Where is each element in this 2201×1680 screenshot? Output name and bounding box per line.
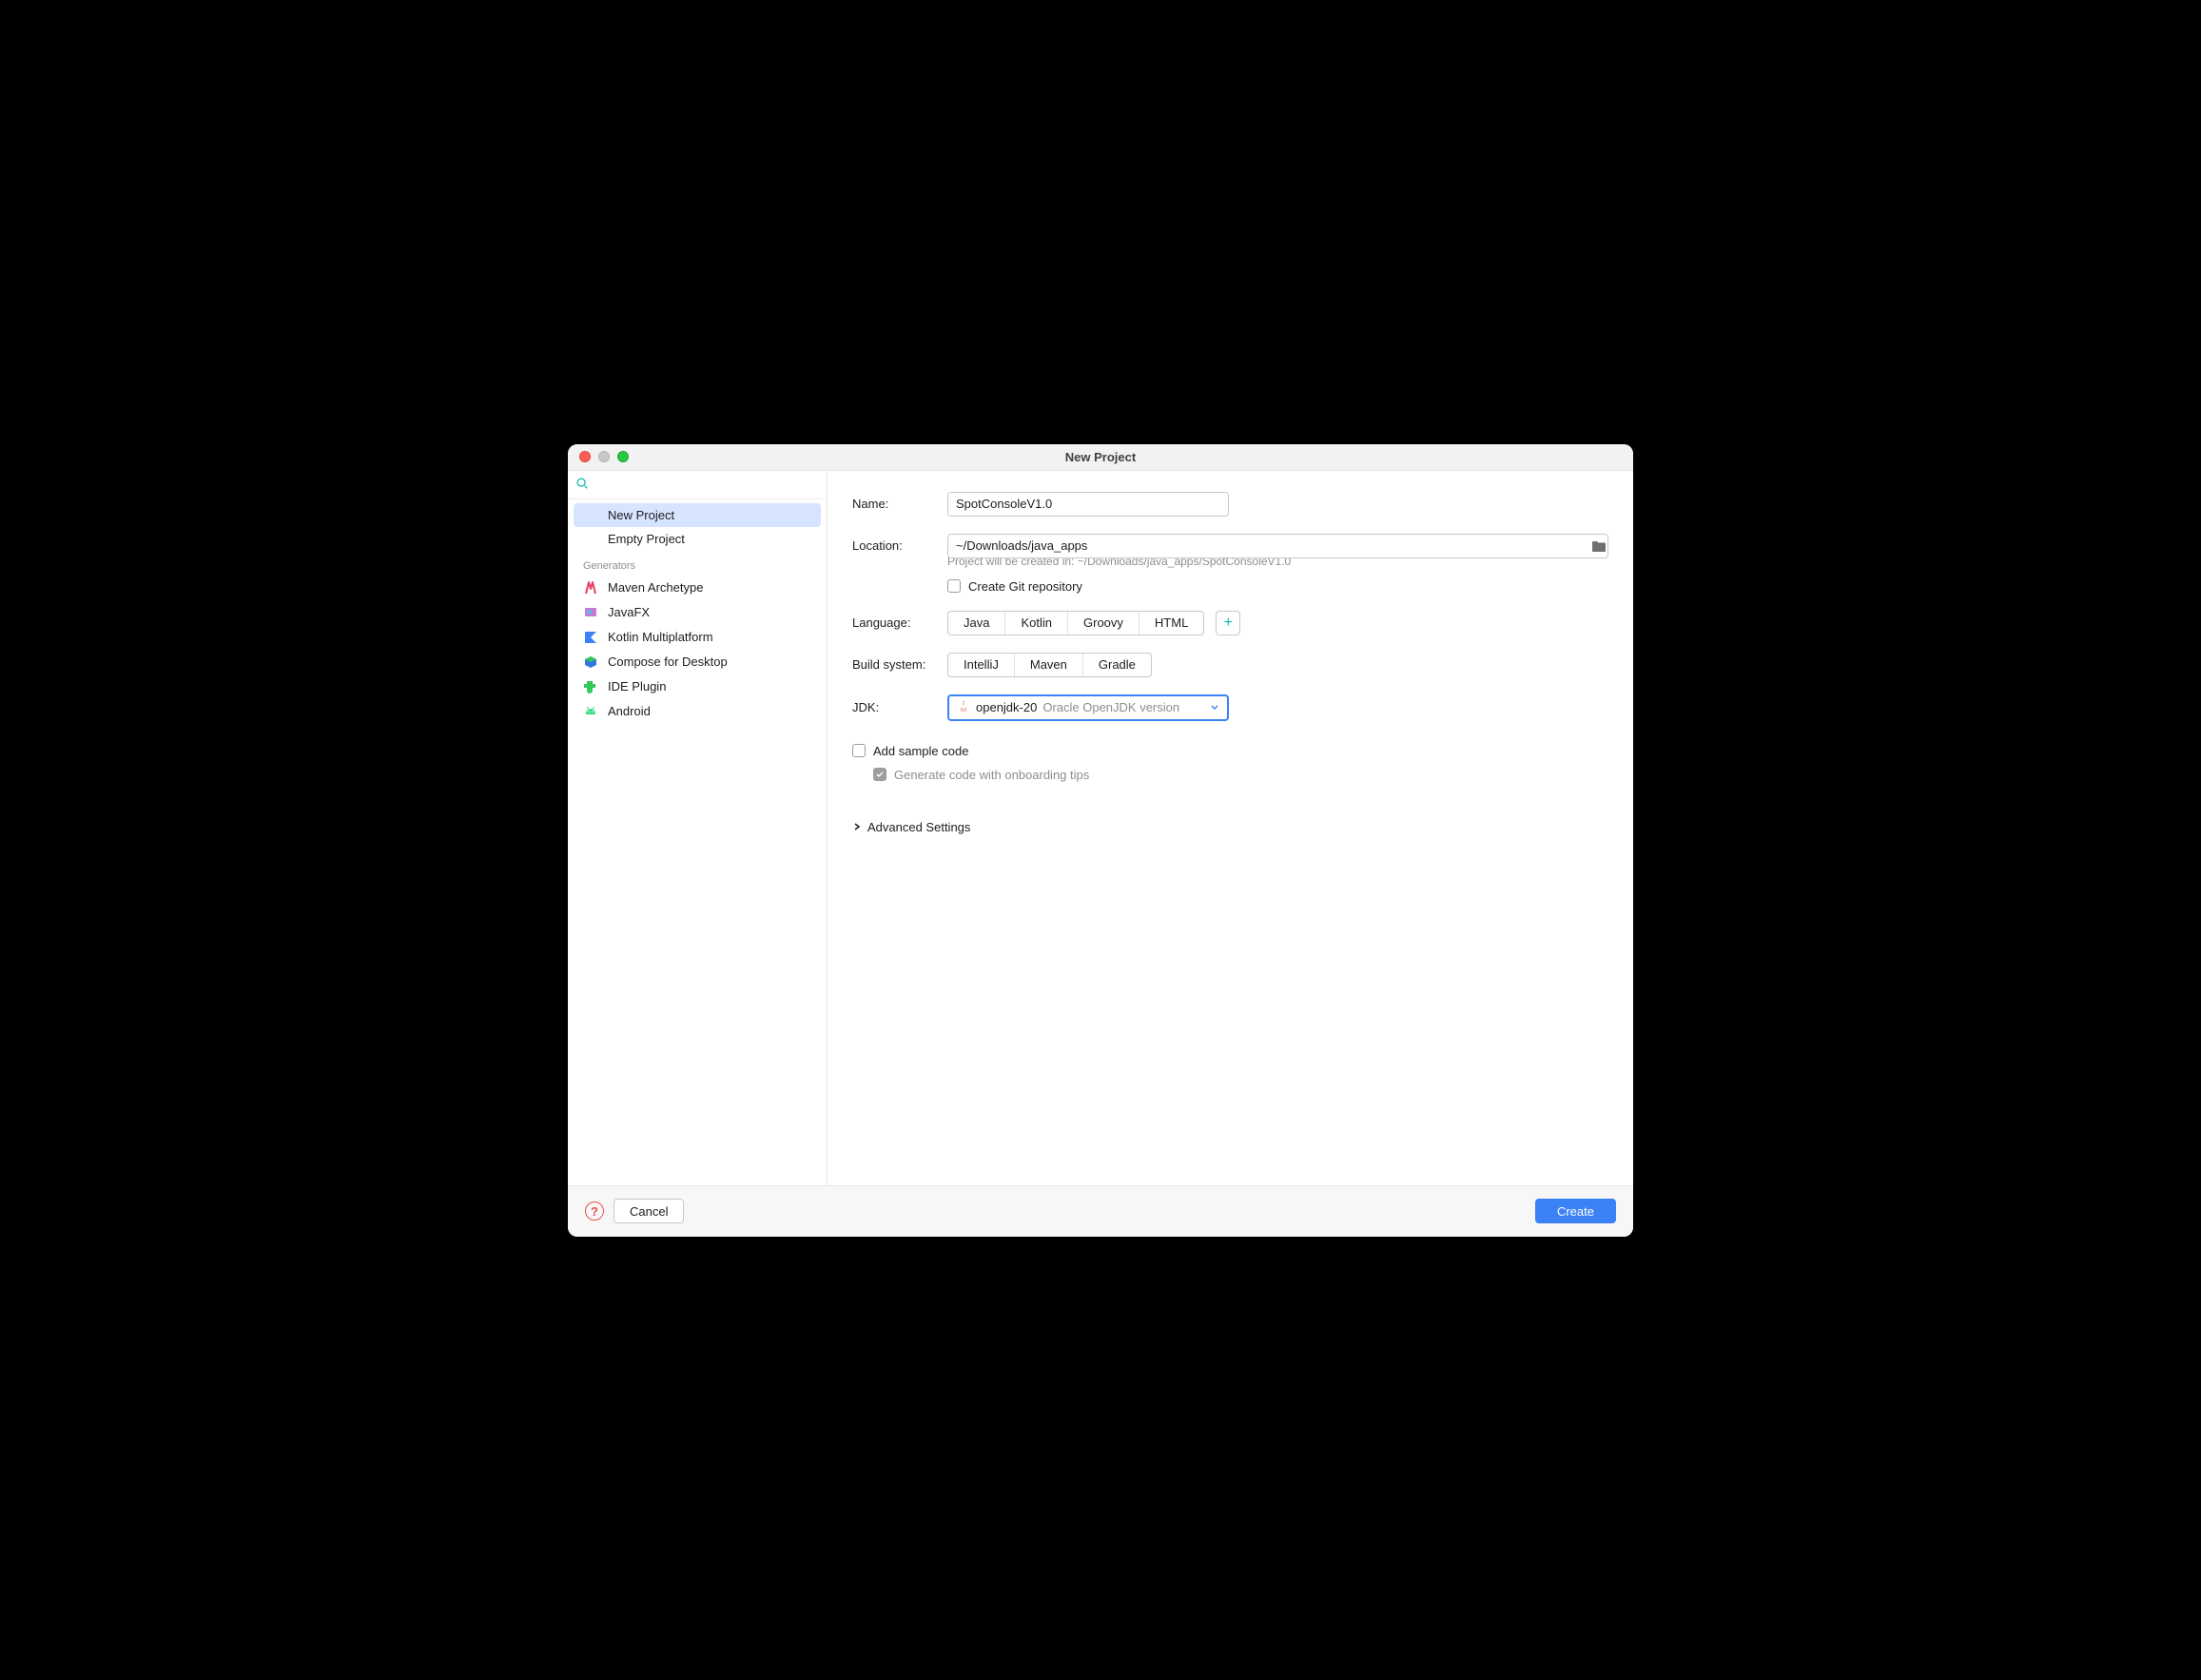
sidebar-item-label: Compose for Desktop xyxy=(608,654,728,669)
chevron-down-icon xyxy=(1210,700,1219,714)
language-label: Language: xyxy=(852,615,947,630)
git-checkbox-row[interactable]: Create Git repository xyxy=(947,579,1608,594)
browse-folder-button[interactable] xyxy=(1589,537,1608,556)
sidebar-item-empty-project[interactable]: Empty Project xyxy=(574,527,821,551)
main-panel: Name: Location: Project will be created … xyxy=(828,471,1633,1185)
sidebar-item-kotlin-multiplatform[interactable]: Kotlin Multiplatform xyxy=(574,625,821,650)
question-icon: ? xyxy=(591,1204,598,1219)
location-input[interactable] xyxy=(947,534,1608,558)
footer: ? Cancel Create xyxy=(568,1185,1633,1237)
build-label: Build system: xyxy=(852,657,947,672)
window-title: New Project xyxy=(568,450,1633,464)
android-icon xyxy=(583,704,598,719)
folder-icon xyxy=(1591,539,1607,553)
language-html[interactable]: HTML xyxy=(1139,612,1203,635)
sample-code-row[interactable]: Add sample code xyxy=(852,744,1608,758)
language-groovy[interactable]: Groovy xyxy=(1068,612,1139,635)
sidebar-item-maven-archetype[interactable]: Maven Archetype xyxy=(574,576,821,600)
sidebar-item-android[interactable]: Android xyxy=(574,699,821,724)
advanced-settings-label: Advanced Settings xyxy=(867,820,970,834)
chevron-right-icon xyxy=(852,820,862,834)
create-button[interactable]: Create xyxy=(1535,1199,1616,1223)
sidebar-item-label: JavaFX xyxy=(608,605,650,619)
plugin-icon xyxy=(583,679,598,694)
build-maven[interactable]: Maven xyxy=(1015,654,1083,676)
location-label: Location: xyxy=(852,538,947,553)
sidebar-item-new-project[interactable]: New Project xyxy=(574,503,821,527)
git-checkbox[interactable] xyxy=(947,579,961,593)
onboarding-label: Generate code with onboarding tips xyxy=(894,768,1089,782)
search-row[interactable] xyxy=(568,471,827,499)
sidebar-item-compose-desktop[interactable]: Compose for Desktop xyxy=(574,650,821,674)
add-language-button[interactable]: + xyxy=(1216,611,1240,635)
language-kotlin[interactable]: Kotlin xyxy=(1005,612,1068,635)
kotlin-icon xyxy=(583,630,598,645)
sidebar-item-label: IDE Plugin xyxy=(608,679,666,693)
sample-code-checkbox[interactable] xyxy=(852,744,866,757)
language-segmented: Java Kotlin Groovy HTML xyxy=(947,611,1204,635)
sidebar-section-generators: Generators xyxy=(574,551,821,576)
sidebar-item-ide-plugin[interactable]: IDE Plugin xyxy=(574,674,821,699)
search-icon xyxy=(575,477,589,493)
sidebar: New Project Empty Project Generators Mav… xyxy=(568,471,828,1185)
build-intellij[interactable]: IntelliJ xyxy=(948,654,1015,676)
build-gradle[interactable]: Gradle xyxy=(1083,654,1151,676)
sample-code-label: Add sample code xyxy=(873,744,968,758)
close-icon[interactable] xyxy=(579,451,591,462)
onboarding-checkbox xyxy=(873,768,886,781)
compose-icon xyxy=(583,654,598,670)
jdk-detail: Oracle OpenJDK version xyxy=(1042,700,1179,714)
name-label: Name: xyxy=(852,497,947,511)
zoom-icon[interactable] xyxy=(617,451,629,462)
jdk-dropdown[interactable]: openjdk-20 Oracle OpenJDK version xyxy=(947,694,1229,721)
sidebar-item-label: Empty Project xyxy=(608,532,685,546)
advanced-settings-toggle[interactable]: Advanced Settings xyxy=(852,811,1608,844)
help-button[interactable]: ? xyxy=(585,1201,604,1221)
git-label: Create Git repository xyxy=(968,579,1082,594)
jdk-value: openjdk-20 xyxy=(976,700,1037,714)
name-input[interactable] xyxy=(947,492,1229,517)
plus-icon: + xyxy=(1224,615,1233,632)
onboarding-row: Generate code with onboarding tips xyxy=(873,768,1608,782)
language-java[interactable]: Java xyxy=(948,612,1005,635)
jdk-label: JDK: xyxy=(852,700,947,714)
maven-icon xyxy=(583,580,598,596)
minimize-icon xyxy=(598,451,610,462)
new-project-dialog: New Project New Project Empty Project xyxy=(568,444,1633,1237)
sidebar-item-label: Android xyxy=(608,704,651,718)
cancel-button[interactable]: Cancel xyxy=(614,1199,684,1223)
sidebar-item-label: Kotlin Multiplatform xyxy=(608,630,713,644)
sidebar-item-javafx[interactable]: JavaFX xyxy=(574,600,821,625)
window-controls xyxy=(579,451,629,462)
build-segmented: IntelliJ Maven Gradle xyxy=(947,653,1152,677)
sidebar-item-label: Maven Archetype xyxy=(608,580,703,595)
javafx-icon xyxy=(583,605,598,620)
sidebar-item-label: New Project xyxy=(608,508,674,522)
java-icon xyxy=(957,699,970,715)
titlebar: New Project xyxy=(568,444,1633,471)
